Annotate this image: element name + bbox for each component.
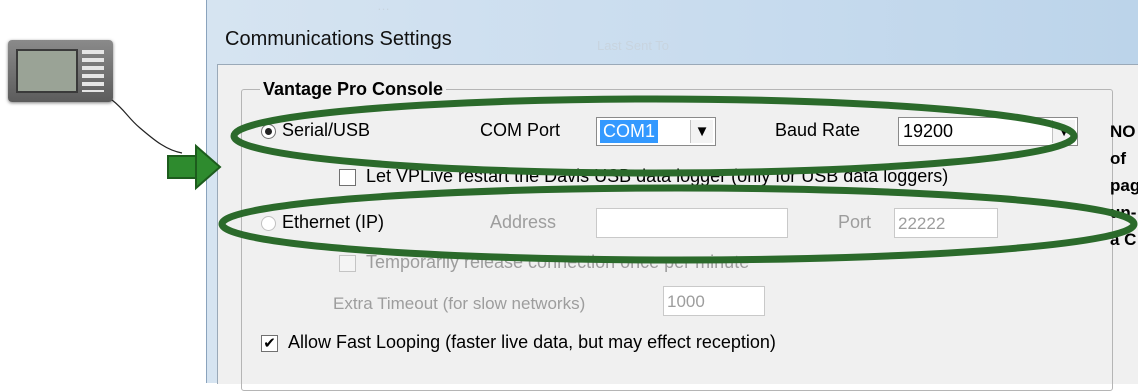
address-label: Address — [490, 212, 557, 232]
right-text-line-3: pag — [1110, 176, 1138, 195]
window-title: Communications Settings — [225, 28, 452, 50]
group-title: Vantage Pro Console — [260, 79, 447, 100]
com-port-value: COM1 — [600, 120, 659, 143]
extra-timeout-label: Extra Timeout (for slow networks) — [333, 294, 586, 313]
communications-dialog: … Last Sent To Communications Settings V… — [206, 0, 1138, 391]
serial-usb-radio[interactable] — [261, 124, 276, 139]
temp-release-checkbox[interactable] — [339, 255, 356, 272]
right-text-line-5: a C — [1110, 230, 1137, 249]
com-port-label: COM Port — [480, 120, 561, 140]
serial-usb-label[interactable]: Serial/USB — [282, 120, 370, 141]
port-input[interactable]: 22222 — [894, 208, 998, 238]
chevron-down-icon[interactable]: ▼ — [690, 120, 713, 143]
extra-timeout-input[interactable]: 1000 — [663, 286, 765, 316]
ghost-last-sent-text: Last Sent To — [597, 38, 670, 53]
temp-release-label[interactable]: Temporarily release connection once per … — [366, 252, 749, 273]
restart-logger-checkbox[interactable] — [339, 169, 356, 186]
baud-rate-value: 19200 — [903, 121, 954, 141]
ghost-header-text: … — [377, 0, 390, 13]
fast-looping-checkbox[interactable]: ✔ — [261, 335, 278, 352]
right-text-line-2: of — [1110, 149, 1127, 168]
ethernet-label[interactable]: Ethernet (IP) — [282, 212, 384, 233]
baud-rate-dropdown[interactable]: 19200 ▼ — [898, 117, 1078, 146]
right-text-line-4: un- — [1110, 203, 1137, 222]
port-label: Port — [838, 212, 872, 232]
radio-selected-dot — [265, 128, 272, 135]
chevron-down-icon[interactable]: ▼ — [1052, 120, 1075, 143]
fast-looping-label[interactable]: Allow Fast Looping (faster live data, bu… — [288, 332, 776, 353]
dialog-client-area: Vantage Pro Console Serial/USB COM Port … — [217, 64, 1138, 391]
ethernet-radio[interactable] — [261, 216, 276, 231]
restart-logger-label[interactable]: Let VPLive restart the Davis USB data lo… — [366, 166, 948, 187]
baud-rate-label: Baud Rate — [775, 120, 861, 140]
right-text-line-1: NO — [1110, 122, 1136, 141]
cable-line — [111, 99, 183, 154]
checkmark-icon: ✔ — [263, 335, 276, 352]
com-port-dropdown[interactable]: COM1 ▼ — [596, 117, 716, 146]
address-input[interactable] — [596, 208, 788, 238]
